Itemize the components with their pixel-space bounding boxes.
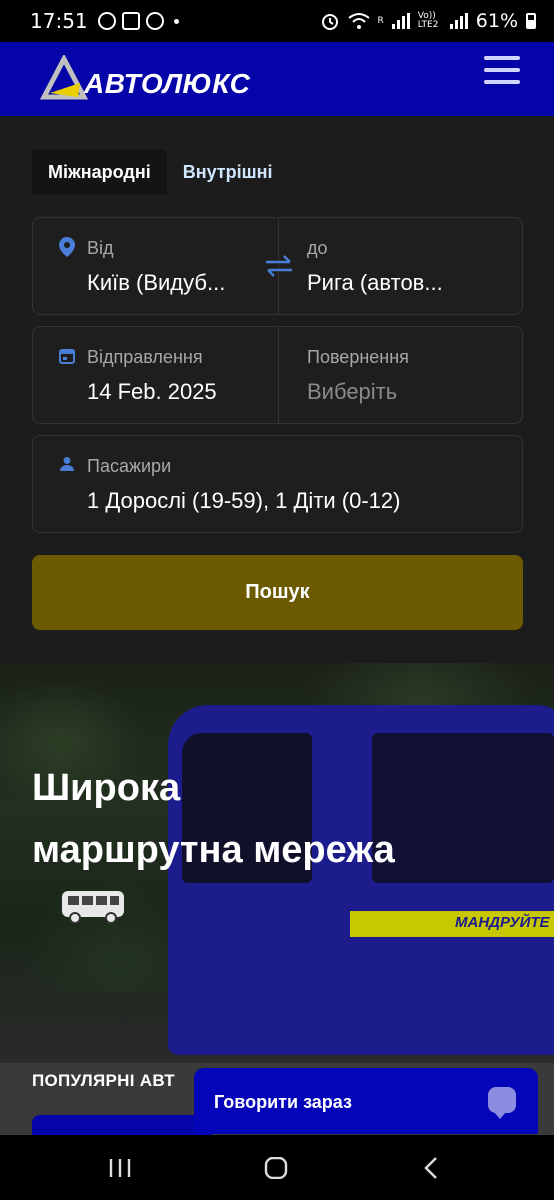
popular-routes-heading: ПОПУЛЯРНІ АВТ <box>32 1071 175 1090</box>
signal-icon <box>391 13 410 29</box>
battery-percent: 61% <box>475 10 518 32</box>
route-box: Від Київ (Видуб... до Рига (автов... <box>32 217 523 315</box>
tab-international[interactable]: Міжнародні <box>32 149 167 195</box>
more-notifications-icon <box>173 18 179 24</box>
location-pin-icon <box>59 237 75 257</box>
person-icon <box>60 457 74 471</box>
chat-widget[interactable]: Говорити зараз <box>194 1068 538 1134</box>
recent-apps-button[interactable] <box>100 1153 140 1183</box>
from-field[interactable]: Від Київ (Видуб... <box>33 218 278 314</box>
battery-icon <box>526 13 536 29</box>
bus-stripe-text: МАНДРУЙТЕ <box>455 914 550 931</box>
volte-indicator: Vo)) LTE2 <box>417 11 439 30</box>
bus-icon <box>62 891 124 924</box>
passengers-value: 1 Дорослі (19-59), 1 Діти (0-12) <box>87 488 401 513</box>
chat-bubble-icon <box>488 1087 516 1119</box>
alarm-icon <box>321 14 338 30</box>
image-notification-icon <box>121 12 140 30</box>
return-field[interactable]: Повернення Виберіть <box>279 327 523 423</box>
passengers-field[interactable]: Пасажири 1 Дорослі (19-59), 1 Діти (0-12… <box>32 435 523 533</box>
tab-domestic[interactable]: Внутрішні <box>167 149 289 195</box>
net-indicator: R <box>377 15 384 26</box>
return-value: Виберіть <box>307 379 398 404</box>
chat-label: Говорити зараз <box>214 1092 352 1112</box>
passengers-label: Пасажири <box>87 456 172 476</box>
status-time: 17:51 <box>30 9 88 33</box>
hero-title-line2: маршрутна мережа <box>32 829 395 871</box>
home-button[interactable] <box>256 1153 296 1183</box>
search-button[interactable]: Пошук <box>32 555 523 630</box>
hero-banner: МАНДРУЙТЕ Широка маршрутна мережа ПОПУЛЯ… <box>0 663 554 1135</box>
status-bar: 17:51 R Vo)) LTE2 61% <box>0 0 554 42</box>
to-label: до <box>307 238 328 258</box>
signal-icon-2 <box>449 13 468 29</box>
viber-notification-icon <box>145 12 164 30</box>
return-label: Повернення <box>307 347 409 367</box>
back-icon <box>424 1157 437 1179</box>
from-value: Київ (Видуб... <box>87 270 226 295</box>
trip-type-tabs: Міжнародні Внутрішні <box>32 149 289 195</box>
notification-icons <box>97 12 179 30</box>
back-button[interactable] <box>412 1153 452 1183</box>
emoji-notification-icon <box>97 12 116 30</box>
logo[interactable]: АВТОЛЮКС <box>40 42 250 116</box>
hero-title: Широка маршрутна мережа <box>32 757 512 881</box>
recent-apps-icon <box>109 1159 131 1177</box>
logo-triangle-icon <box>40 55 88 100</box>
menu-icon[interactable] <box>484 56 520 84</box>
to-field[interactable]: до Рига (автов... <box>279 218 523 314</box>
departure-value: 14 Feb. 2025 <box>87 379 217 404</box>
calendar-icon <box>59 349 75 364</box>
site-header: АВТОЛЮКС <box>0 42 554 116</box>
search-panel: Міжнародні Внутрішні Від Київ (Видуб... … <box>0 116 554 663</box>
wifi-icon <box>347 13 370 29</box>
dates-box: Відправлення 14 Feb. 2025 Повернення Виб… <box>32 326 523 424</box>
home-icon <box>264 1157 288 1179</box>
hero-title-line1: Широка <box>32 767 181 809</box>
android-nav-bar <box>0 1135 554 1200</box>
popular-route-card[interactable] <box>32 1115 212 1135</box>
departure-field[interactable]: Відправлення 14 Feb. 2025 <box>33 327 278 423</box>
system-icons: R Vo)) LTE2 61% <box>320 10 536 32</box>
from-label: Від <box>87 238 114 258</box>
departure-label: Відправлення <box>87 347 203 367</box>
logo-text: АВТОЛЮКС <box>84 68 251 99</box>
to-value: Рига (автов... <box>307 270 443 295</box>
